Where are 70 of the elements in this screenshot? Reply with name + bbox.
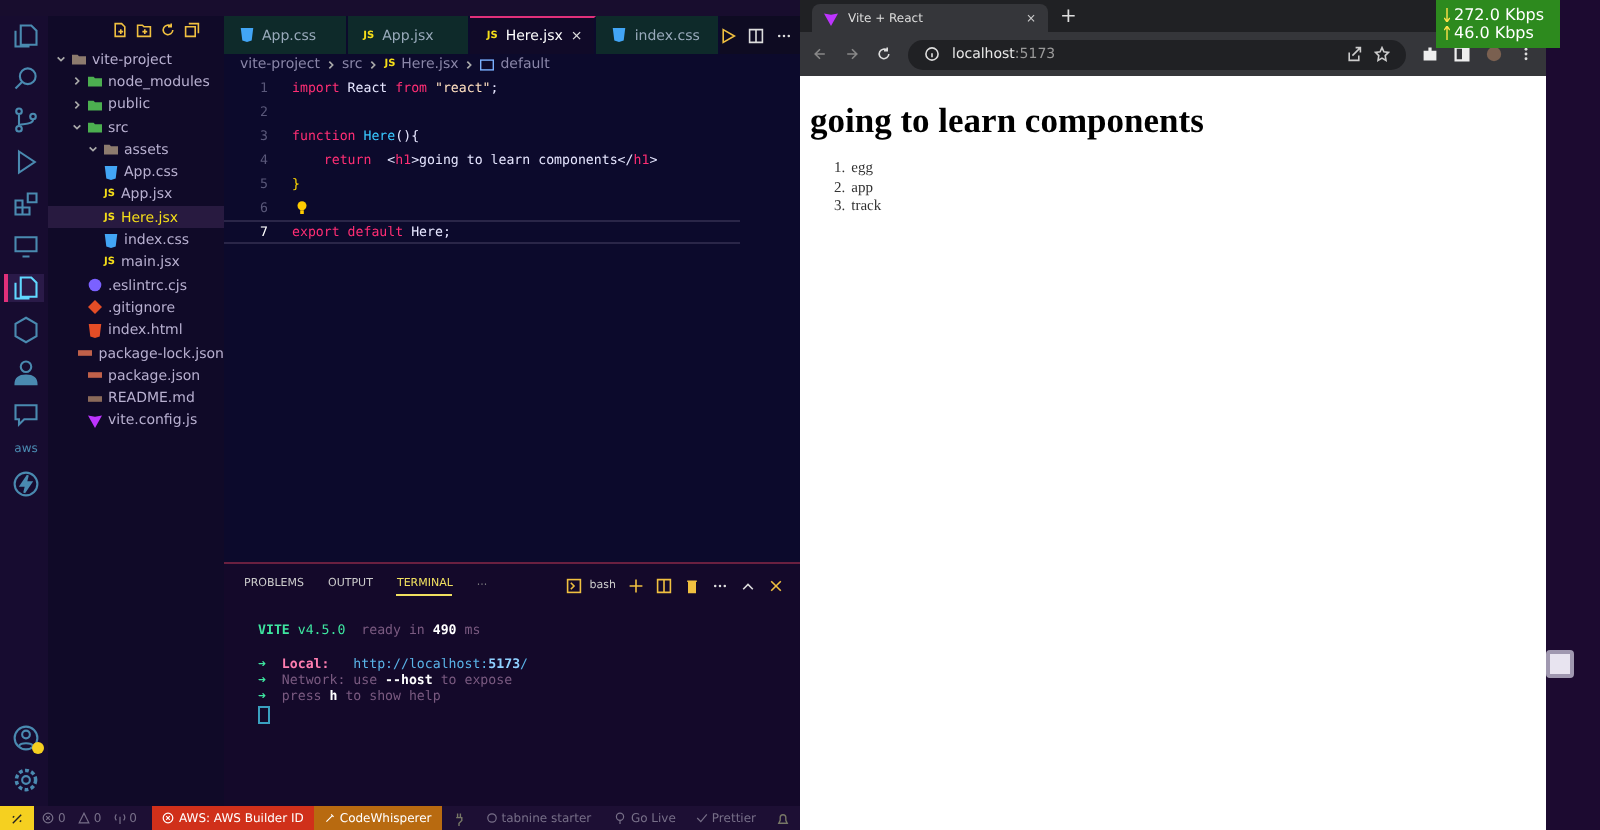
run-icon[interactable] [720, 27, 737, 43]
forward-icon[interactable] [844, 46, 860, 62]
terminal-cursor [258, 706, 270, 725]
git-file-icon [88, 300, 102, 315]
new-folder-icon[interactable] [136, 22, 152, 38]
extensions-icon[interactable] [12, 190, 40, 218]
terminal-icon [565, 578, 582, 594]
remote-icon [10, 811, 24, 825]
plug-icon[interactable] [451, 811, 466, 825]
files-icon[interactable] [12, 22, 40, 50]
share-icon[interactable] [1346, 46, 1362, 62]
vite-file-icon [88, 413, 102, 428]
new-file-icon[interactable] [112, 22, 128, 38]
chevron-icon [464, 59, 475, 69]
error-icon [162, 812, 175, 824]
trash-icon[interactable] [684, 578, 700, 594]
pencil-icon [323, 812, 336, 824]
collapse-icon[interactable] [184, 22, 200, 38]
settings-icon[interactable] [12, 766, 40, 794]
remote-button[interactable] [0, 806, 34, 830]
upload-arrow-icon [1444, 26, 1450, 40]
maximize-icon[interactable] [740, 578, 756, 594]
css-file-icon [240, 28, 254, 42]
css-file-icon [104, 165, 118, 180]
antenna-icon [113, 812, 126, 824]
chevron-icon [368, 59, 379, 69]
error-icon [42, 812, 54, 824]
css-file-icon [612, 28, 627, 42]
account-icon[interactable] [12, 724, 40, 752]
run-debug-icon[interactable] [12, 148, 40, 176]
download-arrow-icon [1444, 8, 1450, 22]
star-icon[interactable] [1374, 46, 1390, 62]
chevron-icon [325, 59, 336, 69]
sidebar-icon[interactable] [1454, 46, 1470, 62]
floating-widget-icon[interactable] [1546, 650, 1574, 678]
reload-icon[interactable] [876, 46, 892, 62]
new-tab-button[interactable]: + [1060, 4, 1077, 32]
close-icon[interactable] [768, 578, 784, 594]
source-control-icon[interactable] [12, 106, 40, 134]
split-icon[interactable] [656, 578, 672, 594]
search-icon[interactable] [12, 64, 40, 92]
html-file-icon [88, 323, 102, 338]
person-icon[interactable] [12, 358, 40, 386]
chat-icon[interactable] [12, 400, 40, 428]
eslint-file-icon [88, 278, 102, 293]
avatar-icon[interactable] [1486, 46, 1502, 62]
files-icon[interactable] [12, 274, 40, 302]
lightning-icon[interactable] [12, 470, 40, 498]
warning-icon [77, 812, 90, 824]
circle-icon [485, 812, 498, 824]
page-heading: going to learn components [810, 100, 1206, 142]
vite-logo-icon [824, 11, 838, 25]
bell-icon[interactable] [776, 811, 790, 825]
refresh-icon[interactable] [160, 22, 176, 38]
back-icon[interactable] [812, 46, 828, 62]
symbol-icon [480, 57, 495, 71]
monitor-icon[interactable] [12, 232, 40, 260]
md-file-icon [88, 391, 102, 406]
css-file-icon [104, 233, 118, 248]
puzzle-icon[interactable] [1422, 46, 1438, 62]
split-editor-icon[interactable] [748, 27, 765, 43]
chevron-icon [72, 99, 82, 110]
check-icon [695, 812, 708, 824]
lightbulb-icon[interactable] [296, 200, 308, 216]
add-terminal-icon[interactable] [628, 578, 644, 594]
hexagon-icon[interactable] [12, 316, 40, 344]
speed-reading: 46.0 Kbps [1454, 24, 1534, 42]
broadcast-icon [614, 812, 627, 824]
info-icon [924, 46, 940, 62]
speed-reading: 272.0 Kbps [1454, 6, 1545, 24]
